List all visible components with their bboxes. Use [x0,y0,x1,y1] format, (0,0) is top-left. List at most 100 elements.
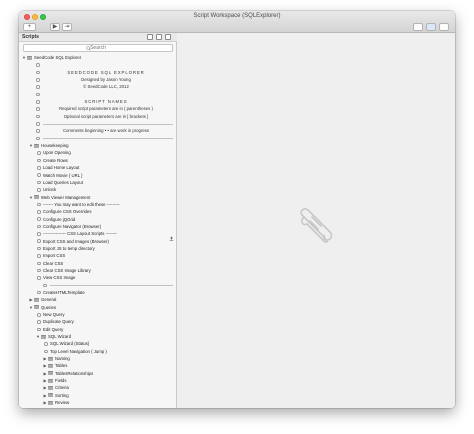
script-folder-row[interactable]: ▶ General [19,296,177,303]
script-icon [37,210,41,214]
script-row[interactable]: Duplicate Query [19,318,177,325]
folder-label: TablesRelationships [55,370,94,376]
script-folder-row[interactable]: ▶ Naming [19,355,177,362]
script-row[interactable]: SQL Wizard (Status) [19,340,177,347]
comment-label: SCRIPT NAMES [84,99,128,105]
comment-row[interactable]: Optional script parameters are in [ brac… [19,113,177,120]
view-steps-toggle[interactable] [439,23,449,31]
add-script-button[interactable]: + [23,23,36,31]
new-folder-icon[interactable] [147,34,153,40]
script-row[interactable]: Edit Query [19,326,177,333]
script-row[interactable]: Clear CSS [19,260,177,267]
script-row[interactable]: Watch Movie { URL } [19,172,177,179]
comment-row[interactable]: © SeedCode LLC, 2012 [19,83,177,90]
script-row[interactable]: Unlock [19,186,177,193]
script-icon [37,224,41,229]
disclosure-closed-icon[interactable]: ▶ [43,384,47,391]
script-row[interactable]: Upon Opening [19,149,177,156]
folder-label: Queries [41,304,57,310]
script-folder-row[interactable]: ▼ SeedCode SQL Explorer [19,54,177,61]
disclosure-closed-icon[interactable]: ▶ [29,296,33,303]
script-folder-row[interactable]: ▶ TablesRelationships [19,370,177,377]
debug-script-button[interactable]: ⇥ [62,23,72,31]
script-row[interactable]: Configure Navigator (Browser) [19,223,177,230]
script-row[interactable]: Export CSS and Images (Browser) [19,238,177,245]
folder-icon [48,364,53,369]
script-row[interactable]: Configure jQGrid [19,216,177,223]
script-icon [37,188,41,192]
separator-row[interactable] [19,282,177,289]
script-row[interactable]: RowOnClick [19,407,177,409]
script-row[interactable]: Export JS to temp directory [19,245,177,252]
disclosure-open-icon[interactable]: ▼ [22,54,26,61]
folder-label: Fields [55,378,67,384]
script-folder-row[interactable]: ▶ Review [19,399,177,406]
script-label: SQL Wizard (Status) [50,341,90,347]
comment-row[interactable] [19,91,177,98]
script-label: ------- You may want to edit these -----… [43,201,120,207]
search-input[interactable] [24,45,172,51]
script-row[interactable]: Configure CSS Overrides [19,208,177,215]
script-icon [44,342,48,346]
script-folder-row[interactable]: ▼ SQL Wizard [19,333,177,340]
comment-row[interactable]: SCRIPT NAMES [19,98,177,105]
script-row[interactable]: CreateHTMLTemplate [19,289,177,296]
script-row[interactable]: New Query [19,311,177,318]
script-folder-row[interactable]: ▼ Queries [19,304,177,311]
folder-label: Review [55,400,70,406]
search-box[interactable] [23,44,173,52]
comment-row[interactable]: Required script parameters are in ( pare… [19,105,177,112]
script-row[interactable]: Clear CSS Image Library [19,267,177,274]
script-row[interactable]: View CSS Image [19,274,177,281]
script-label: Unlock [43,187,57,193]
comment-label: Required script parameters are in ( pare… [59,106,153,112]
folder-icon [34,143,39,148]
script-folder-row[interactable]: ▶ Criteria [19,384,177,391]
script-row[interactable]: Load Home Layout [19,164,177,171]
script-folder-row[interactable]: ▼ Web Viewer Management [19,194,177,201]
disclosure-closed-icon[interactable]: ▶ [43,355,47,362]
folder-icon [48,356,53,361]
script-folder-row[interactable]: ▶ Fields [19,377,177,384]
options-icon[interactable] [165,34,171,40]
script-folder-row[interactable]: ▶ Sorting [19,392,177,399]
view-sidebar-toggle[interactable] [413,23,423,31]
script-icon [37,202,41,207]
disclosure-closed-icon[interactable]: ▶ [43,370,47,377]
disclosure-open-icon[interactable]: ▼ [36,333,40,340]
folder-label: Tables [55,363,68,369]
upload-icon[interactable] [169,236,174,241]
script-row[interactable]: Create Rows [19,157,177,164]
comment-icon [36,92,40,97]
folder-icon [34,305,39,310]
comment-icon [36,70,40,75]
disclosure-closed-icon[interactable]: ▶ [43,399,47,406]
script-row[interactable]: Load Queries Layout [19,179,177,186]
comment-row[interactable]: Comments beginning • • are work in progr… [19,127,177,134]
disclosure-open-icon[interactable]: ▼ [29,194,33,201]
disclosure-open-icon[interactable]: ▼ [29,142,33,149]
folder-label: Web Viewer Management [41,194,91,200]
disclosure-closed-icon[interactable]: ▶ [43,392,47,399]
script-folder-row[interactable]: ▶ Tables [19,362,177,369]
script-label: Clear CSS Image Library [43,267,91,273]
disclosure-open-icon[interactable]: ▼ [29,304,33,311]
disclosure-closed-icon[interactable]: ▶ [43,362,47,369]
view-split-toggle[interactable] [426,23,436,31]
comment-row[interactable] [19,61,177,68]
script-row[interactable]: Top Level Navigation ( Jump ) [19,348,177,355]
disclosure-closed-icon[interactable]: ▶ [43,377,47,384]
script-icon [37,320,41,324]
comment-row[interactable]: Designed by Jason Young [19,76,177,83]
script-row[interactable]: ------- You may want to edit these -----… [19,201,177,208]
separator-row[interactable] [19,120,177,127]
script-row[interactable]: ---------------- CSS Layout Scripts ----… [19,230,177,237]
separator-row[interactable] [19,135,177,142]
separator-line [50,285,173,287]
script-row[interactable]: Import CSS [19,252,177,259]
run-script-button[interactable]: ▶ [50,23,60,31]
list-view-icon[interactable] [156,34,162,40]
script-folder-row[interactable]: ▼ Housekeeping [19,142,177,149]
folder-icon [41,334,46,339]
comment-row[interactable]: SEEDCODE SQL EXPLORER [19,69,177,76]
